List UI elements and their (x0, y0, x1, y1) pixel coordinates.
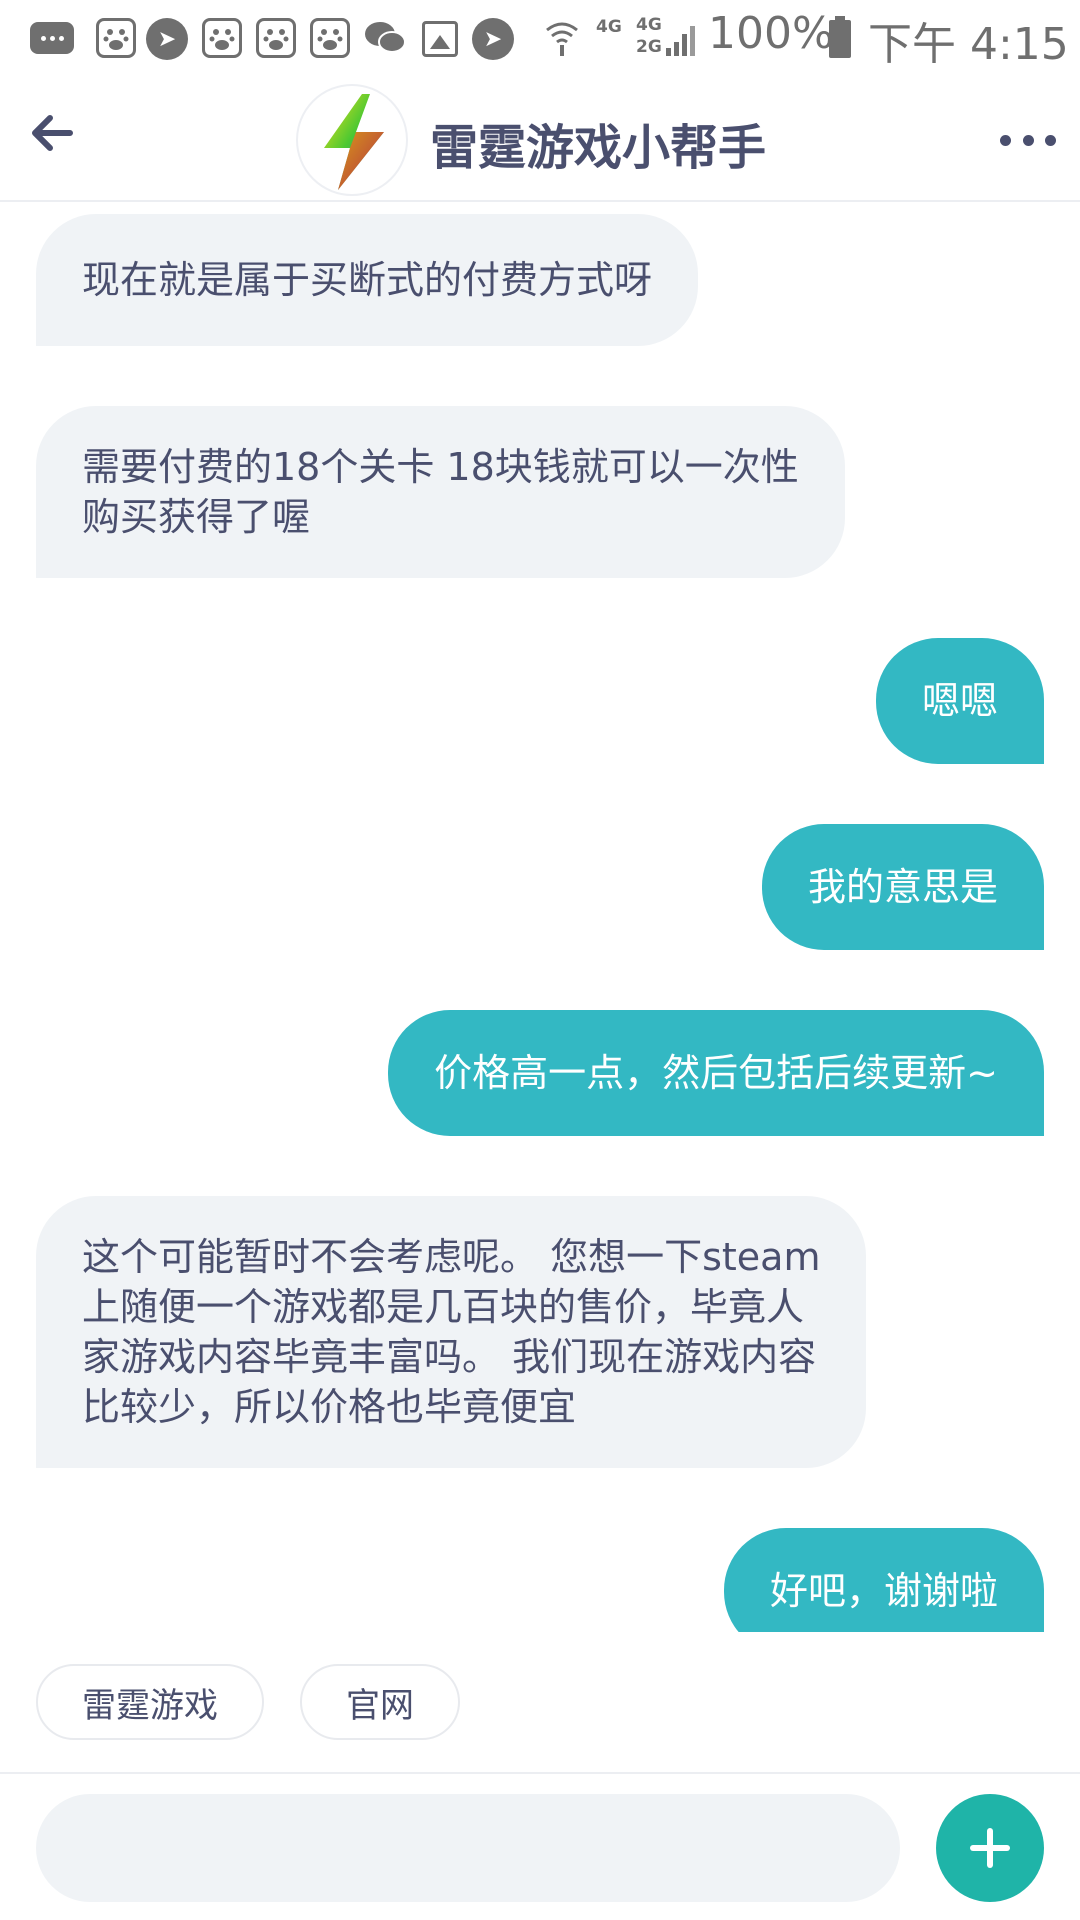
chat-title: 雷霆游戏小帮手 (430, 120, 767, 176)
message-text: 好吧，谢谢啦 (769, 1569, 998, 1613)
bot-message-bubble: 现在就是属于买断式的付费方式呀 (36, 214, 699, 346)
battery-percentage: 100% (708, 8, 834, 59)
more-dot-icon (1000, 134, 1011, 146)
signal-icon (664, 20, 698, 60)
user-message-bubble: 嗯嗯 (875, 638, 1044, 764)
message-text: 我的意思是 (807, 865, 998, 909)
input-bar (0, 1772, 1080, 1920)
image-icon (422, 21, 458, 57)
lightning-logo-icon (324, 94, 384, 190)
paper-plane-icon: ➤ (146, 18, 188, 60)
status-bar: ➤ ➤ 4G 4G 2G 100% 下午 4:15 (0, 0, 1080, 78)
quick-reply-chip[interactable]: 雷霆游戏 (36, 1664, 264, 1740)
message-text: 这个可能暂时不会考虑呢。 您想一下steam 上随便一个游戏都是几百块的售价，毕… (82, 1235, 821, 1429)
clock: 下午 4:15 (868, 19, 1069, 70)
user-message-bubble: 好吧，谢谢啦 (723, 1528, 1044, 1632)
baidu-notification-icon (256, 18, 296, 58)
network-type-label: 4G (636, 15, 662, 35)
bot-message-bubble: 需要付费的18个关卡 18块钱就可以一次性 购买获得了喔 (36, 406, 845, 578)
bot-message-bubble: 这个可能暂时不会考虑呢。 您想一下steam 上随便一个游戏都是几百块的售价，毕… (36, 1196, 867, 1468)
battery-icon (828, 16, 852, 58)
chat-header: 雷霆游戏小帮手 (0, 78, 1080, 202)
baidu-notification-icon (202, 18, 242, 58)
message-clip-area: 好吧，谢谢啦 (0, 1528, 1080, 1632)
user-message-bubble: 我的意思是 (761, 824, 1044, 950)
message-input[interactable] (36, 1794, 900, 1902)
baidu-notification-icon (96, 18, 136, 58)
user-message-bubble: 价格高一点，然后包括后续更新~ (388, 1010, 1044, 1136)
message-notification-icon (30, 22, 74, 54)
more-dot-icon (1022, 134, 1034, 146)
wechat-icon (364, 20, 406, 56)
back-button[interactable] (24, 108, 78, 168)
network-type-label: 4G (596, 17, 622, 37)
baidu-notification-icon (310, 18, 350, 58)
arrow-left-icon (32, 115, 73, 151)
wifi-icon (544, 18, 580, 58)
more-dot-icon (1045, 134, 1056, 146)
message-text: 价格高一点，然后包括后续更新~ (434, 1051, 998, 1095)
paper-plane-icon: ➤ (472, 18, 514, 60)
chat-screen: ➤ ➤ 4G 4G 2G 100% 下午 4:15 雷霆游戏小帮手 现在就是属于… (0, 0, 1080, 1920)
quick-reply-chip[interactable]: 官网 (300, 1664, 460, 1740)
plus-icon (987, 1828, 993, 1868)
assistant-avatar (296, 84, 408, 196)
message-text: 嗯嗯 (921, 679, 998, 723)
network-type-label: 2G (636, 37, 662, 57)
message-text: 需要付费的18个关卡 18块钱就可以一次性 购买获得了喔 (82, 445, 799, 539)
more-options-button[interactable] (1000, 128, 1056, 152)
message-text: 现在就是属于买断式的付费方式呀 (82, 258, 653, 302)
add-button[interactable] (936, 1794, 1044, 1902)
